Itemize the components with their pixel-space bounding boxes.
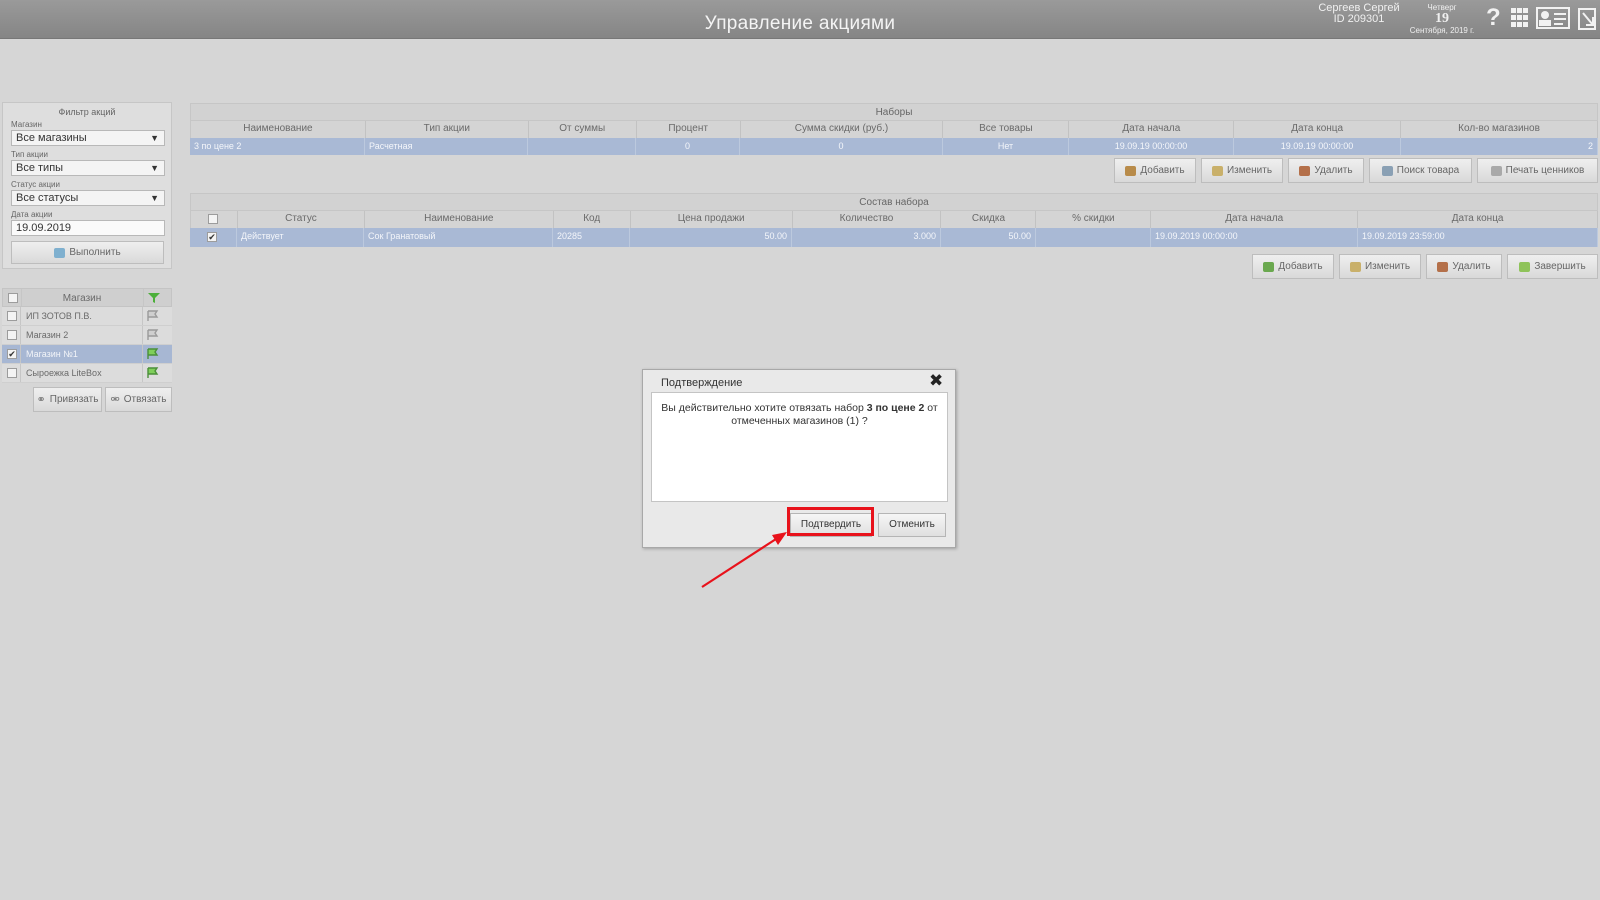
annotation-arrow: [701, 532, 787, 588]
